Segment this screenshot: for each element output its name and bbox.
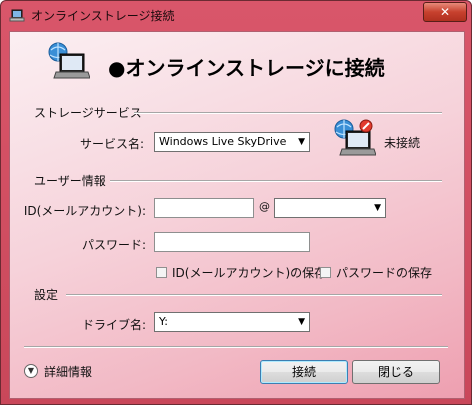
id-input[interactable] (154, 198, 254, 218)
at-sign: @ (259, 200, 270, 213)
details-toggle-label[interactable]: 詳細情報 (44, 363, 92, 380)
id-label: ID(メールアカウント): (23, 204, 146, 218)
save-id-checkbox[interactable] (156, 267, 167, 278)
password-label: パスワード: (81, 238, 146, 252)
laptop-disconnected-icon (332, 118, 377, 160)
settings-section-label: 設定 (34, 288, 59, 302)
chevron-down-icon: ▼ (298, 137, 305, 147)
close-button[interactable]: 閉じる (352, 360, 440, 384)
title-bar[interactable]: オンラインストレージ接続 ✕ (1, 1, 471, 29)
service-name-value: Windows Live SkyDrive (159, 135, 287, 148)
chevron-down-icon: ▼ (374, 203, 381, 213)
save-password-label[interactable]: パスワードの保存 (336, 264, 432, 281)
close-window-button[interactable]: ✕ (423, 2, 467, 22)
drive-name-value: Y: (159, 315, 168, 328)
save-password-checkbox[interactable] (320, 267, 331, 278)
chevron-down-icon[interactable]: ▼ (24, 364, 38, 378)
storage-section-divider (134, 112, 442, 114)
domain-select[interactable]: ▼ (274, 198, 386, 218)
header-title: ●オンラインストレージに接続 (108, 56, 385, 80)
drive-name-select[interactable]: Y: ▼ (154, 312, 310, 332)
service-name-label: サービス名: (79, 137, 144, 151)
drive-name-label: ドライブ名: (81, 318, 146, 332)
id-input-value (155, 204, 158, 217)
chevron-down-icon: ▼ (298, 317, 305, 327)
laptop-icon (9, 8, 25, 22)
password-input[interactable] (154, 232, 310, 252)
settings-section-divider (66, 294, 442, 296)
window-title: オンラインストレージ接続 (31, 9, 175, 23)
dialog-window: オンラインストレージ接続 ✕ ●オンラインストレージに接続 ストレージサービス … (0, 0, 472, 405)
password-input-value (155, 238, 158, 251)
laptop-globe-icon (46, 42, 91, 84)
service-name-select[interactable]: Windows Live SkyDrive ▼ (154, 132, 310, 152)
connect-button[interactable]: 接続 (260, 360, 348, 384)
user-section-divider (110, 180, 442, 182)
dialog-client-area: ●オンラインストレージに接続 ストレージサービス サービス名: Windows … (9, 31, 465, 399)
storage-section-label: ストレージサービス (34, 106, 142, 120)
user-section-label: ユーザー情報 (34, 174, 106, 188)
footer-divider (24, 346, 448, 348)
connection-status-text: 未接続 (384, 136, 421, 150)
save-id-label[interactable]: ID(メールアカウント)の保存 (172, 264, 326, 281)
